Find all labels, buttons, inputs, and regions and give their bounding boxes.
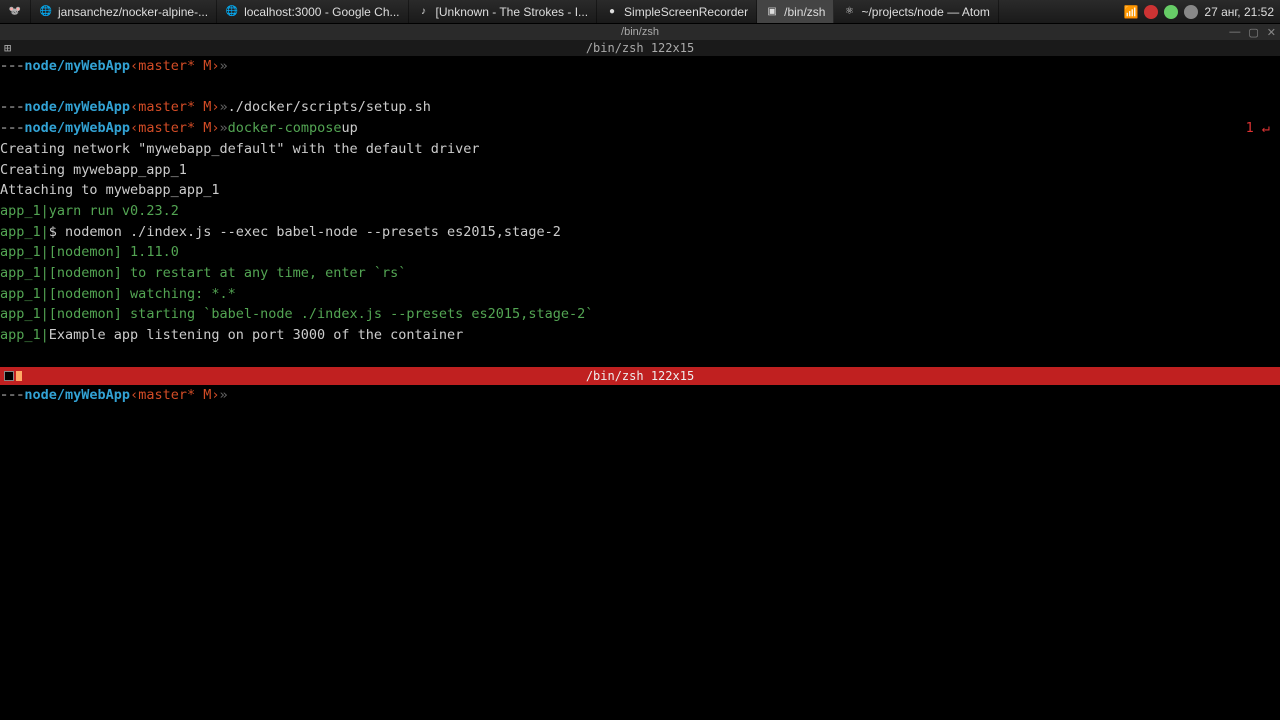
minimize-button[interactable]: — xyxy=(1227,26,1242,39)
chrome-icon: 🌐 xyxy=(225,5,239,19)
taskbar-item[interactable]: 🌐 jansanchez/nocker-alpine-... xyxy=(31,0,217,23)
taskbar-item[interactable]: 🌐 localhost:3000 - Google Ch... xyxy=(217,0,408,23)
taskbar-item[interactable]: ● SimpleScreenRecorder xyxy=(597,0,757,23)
music-icon: ♪ xyxy=(417,5,431,19)
atom-icon: ⚛ xyxy=(842,5,856,19)
terminal-icon: ▣ xyxy=(765,5,779,19)
terminal-pane-top[interactable]: --- node/myWebApp ‹master* M› » --- node… xyxy=(0,56,1280,367)
xfce-icon: 🐭 xyxy=(8,5,22,19)
taskbar-item-active[interactable]: ▣ /bin/zsh xyxy=(757,0,834,23)
taskbar-app-menu[interactable]: 🐭 xyxy=(0,0,31,23)
taskbar-label: SimpleScreenRecorder xyxy=(624,5,748,19)
taskbar-label: [Unknown - The Strokes - I... xyxy=(436,5,589,19)
desktop-taskbar: 🐭 🌐 jansanchez/nocker-alpine-... 🌐 local… xyxy=(0,0,1280,24)
close-button[interactable]: ✕ xyxy=(1265,26,1278,39)
taskbar-item[interactable]: ⚛ ~/projects/node — Atom xyxy=(834,0,998,23)
wifi-icon[interactable]: 📶 xyxy=(1123,5,1138,19)
tmux-split-title: /bin/zsh 122x15 xyxy=(586,369,694,383)
clock[interactable]: 27 aнг, 21:52 xyxy=(1204,5,1274,19)
tmux-pane-indicator-icon xyxy=(4,371,14,381)
window-title: /bin/zsh xyxy=(621,26,659,38)
terminal-pane-bottom[interactable]: --- node/myWebApp ‹master* M› » xyxy=(0,385,1280,406)
tmux-status-text: /bin/zsh 122x15 xyxy=(586,41,694,55)
taskbar-label: ~/projects/node — Atom xyxy=(861,5,989,19)
taskbar-item[interactable]: ♪ [Unknown - The Strokes - I... xyxy=(409,0,598,23)
chrome-icon: 🌐 xyxy=(39,5,53,19)
recorder-icon: ● xyxy=(605,5,619,19)
maximize-button[interactable]: ▢ xyxy=(1246,26,1260,39)
taskbar-tray: 📶 27 aнг, 21:52 xyxy=(1123,5,1280,19)
taskbar-label: jansanchez/nocker-alpine-... xyxy=(58,5,208,19)
tmux-status-bar: ⊞ /bin/zsh 122x15 xyxy=(0,40,1280,56)
taskbar-label: /bin/zsh xyxy=(784,5,825,19)
taskbar-label: localhost:3000 - Google Ch... xyxy=(244,5,399,19)
window-titlebar: /bin/zsh — ▢ ✕ xyxy=(0,24,1280,40)
tmux-layout-icon[interactable]: ⊞ xyxy=(4,41,11,55)
tray-icon[interactable] xyxy=(1144,5,1158,19)
tray-icon[interactable] xyxy=(1184,5,1198,19)
tray-icon[interactable] xyxy=(1164,5,1178,19)
tmux-split-bar: /bin/zsh 122x15 xyxy=(0,367,1280,385)
